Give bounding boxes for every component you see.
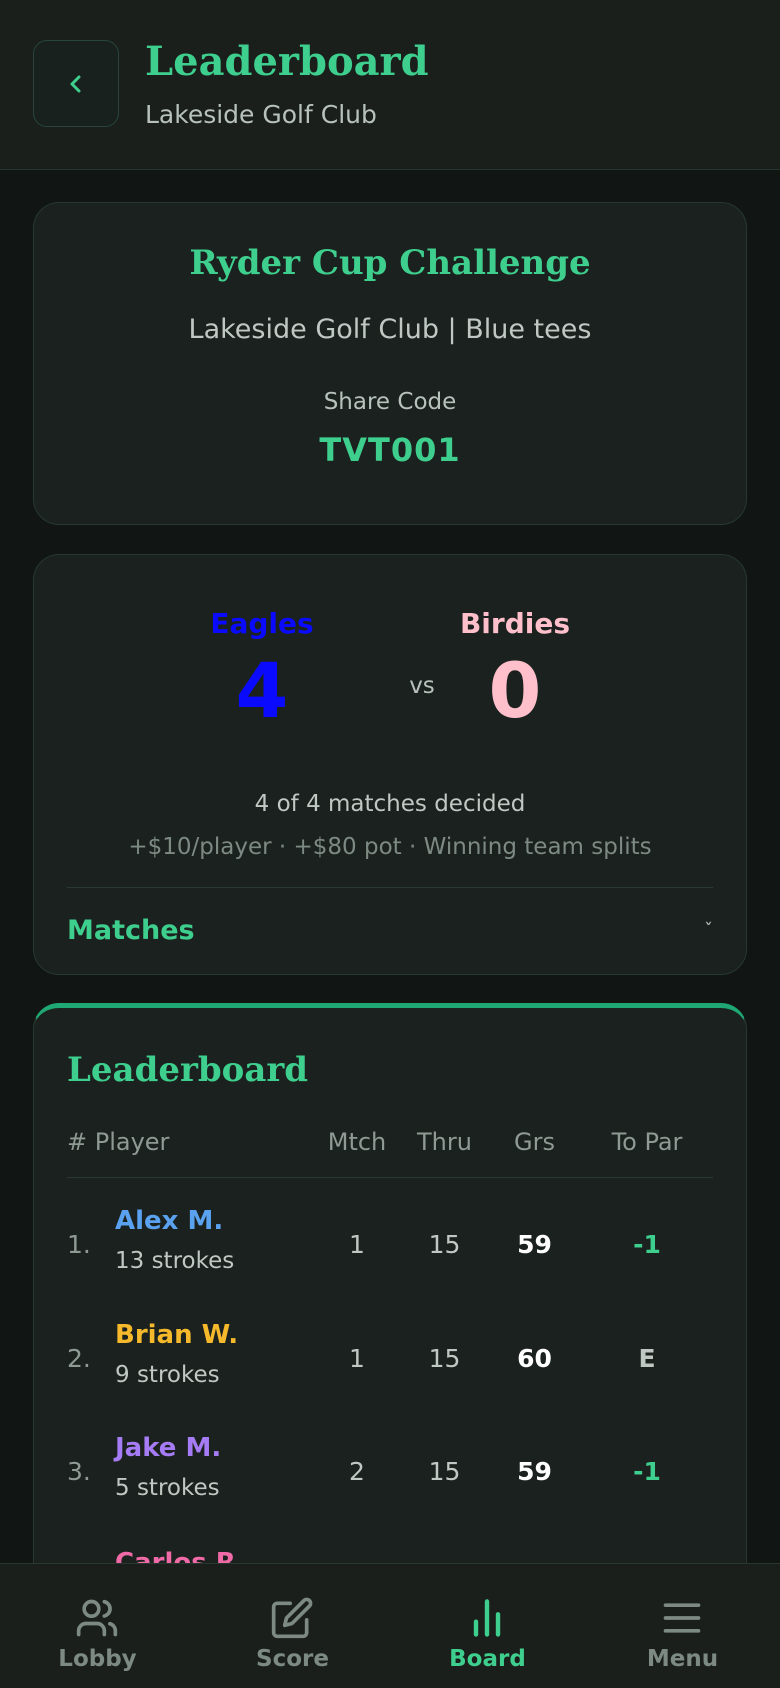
player-name: Brian W. xyxy=(115,1320,239,1350)
chevron-left-icon xyxy=(70,75,81,92)
team-name: Birdies xyxy=(459,607,571,640)
table-row[interactable]: 3. Jake M. 5 strokes 2 15 59 -1 xyxy=(67,1421,713,1521)
row-rank: 3. xyxy=(67,1457,91,1486)
share-code-label: Share Code xyxy=(323,389,457,415)
tab-menu[interactable]: Menu xyxy=(585,1564,780,1688)
page-title: Leaderboard xyxy=(145,38,429,85)
page-subtitle: Lakeside Golf Club xyxy=(145,100,377,129)
row-thru: 15 xyxy=(428,1344,461,1373)
player-name: Alex M. xyxy=(115,1206,224,1236)
table-row[interactable]: 2. Brian W. 9 strokes 1 15 60 E xyxy=(67,1308,713,1408)
row-rank: 1. xyxy=(67,1230,91,1259)
table-row[interactable]: 1. Alex M. 13 strokes 1 15 59 -1 xyxy=(67,1194,713,1294)
divider xyxy=(67,887,713,888)
team-name: Eagles xyxy=(210,607,314,640)
menu-icon xyxy=(663,1603,701,1633)
row-grs: 59 xyxy=(517,1230,552,1259)
player-strokes: 5 strokes xyxy=(115,1475,220,1501)
row-grs: 59 xyxy=(517,1457,552,1486)
row-to-par: -1 xyxy=(633,1457,661,1486)
player-name: Jake M. xyxy=(115,1433,222,1463)
row-mtch: 1 xyxy=(349,1344,365,1373)
leaderboard-title: Leaderboard xyxy=(67,1050,309,1090)
row-to-par: E xyxy=(638,1344,656,1373)
team-score: 4 xyxy=(235,646,289,735)
header-grs: Grs xyxy=(514,1128,555,1156)
row-mtch: 2 xyxy=(349,1457,365,1486)
row-thru: 15 xyxy=(428,1457,461,1486)
tab-score[interactable]: Score xyxy=(195,1564,390,1688)
row-to-par: -1 xyxy=(633,1230,661,1259)
matches-decided-text: 4 of 4 matches decided xyxy=(254,791,526,817)
edit-icon xyxy=(271,1597,313,1639)
player-strokes: 13 strokes xyxy=(115,1248,235,1274)
leaderboard-header: # Player Mtch Thru Grs To Par xyxy=(67,1128,713,1178)
match-score-card: Eagles 4 vs Birdies 0 4 of 4 matches dec… xyxy=(33,554,747,975)
stakes-text: +$10/player · +$80 pot · Winning team sp… xyxy=(128,834,652,860)
header-to-par: To Par xyxy=(611,1128,683,1156)
team-score: 0 xyxy=(488,646,542,735)
player-strokes: 9 strokes xyxy=(115,1362,220,1388)
event-title: Ryder Cup Challenge xyxy=(189,243,591,283)
tab-lobby[interactable]: Lobby xyxy=(0,1564,195,1688)
matches-toggle[interactable]: Matches ˇ xyxy=(67,905,713,955)
back-button[interactable] xyxy=(33,40,119,127)
header-player: # Player xyxy=(67,1128,170,1156)
app-header: Leaderboard Lakeside Golf Club xyxy=(0,0,780,170)
users-icon xyxy=(76,1599,118,1637)
matches-label: Matches xyxy=(67,914,195,946)
event-card: Ryder Cup Challenge Lakeside Golf Club |… xyxy=(33,202,747,525)
bar-chart-icon xyxy=(473,1599,501,1637)
chevron-down-icon: ˇ xyxy=(704,919,713,941)
tab-label: Lobby xyxy=(58,1646,137,1672)
row-grs: 60 xyxy=(517,1344,552,1373)
share-code[interactable]: TVT001 xyxy=(34,431,746,469)
tab-label: Board xyxy=(449,1646,526,1672)
bottom-tab-bar: Lobby Score Board Menu xyxy=(0,1563,780,1688)
tab-board[interactable]: Board xyxy=(390,1564,585,1688)
row-mtch: 1 xyxy=(349,1230,365,1259)
header-mtch: Mtch xyxy=(327,1128,387,1156)
row-thru: 15 xyxy=(428,1230,461,1259)
event-course: Lakeside Golf Club | Blue tees xyxy=(188,314,592,345)
tab-label: Menu xyxy=(646,1646,719,1672)
tab-label: Score xyxy=(256,1646,329,1672)
header-thru: Thru xyxy=(417,1128,472,1156)
row-rank: 2. xyxy=(67,1344,91,1373)
